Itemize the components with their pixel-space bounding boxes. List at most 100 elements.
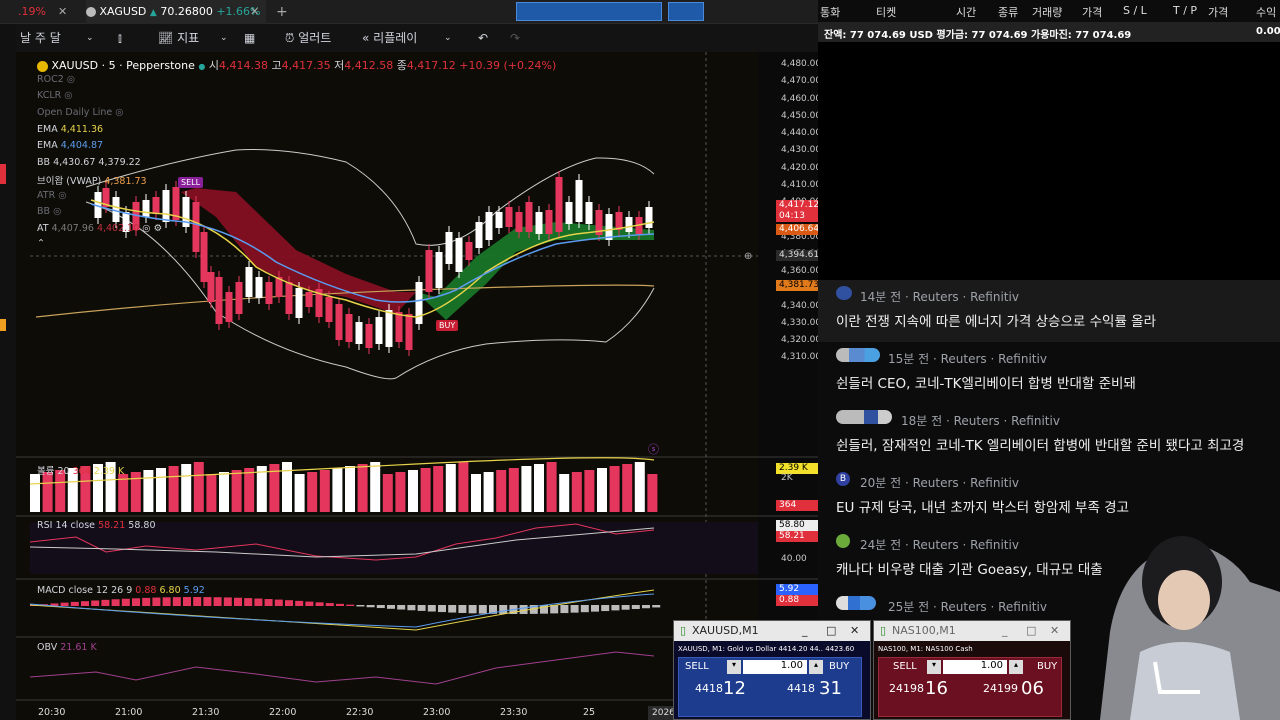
legend-bb-upper: 4,430.67 [53, 157, 96, 168]
news-item[interactable]: 18분 전 · Reuters · Refinitiv 쉰들러, 잠재적인 코네… [818, 404, 1280, 466]
tab-close-icon[interactable]: ✕ [250, 0, 259, 24]
obv-legend[interactable]: OBV 21.61 K [37, 642, 97, 653]
time-axis-label: 20:30 [38, 707, 66, 718]
lightning-icon[interactable]: ⓢ [648, 441, 659, 457]
lot-input[interactable]: 1.00 [943, 660, 1007, 674]
ohlc-h-label: 고 [271, 59, 282, 72]
symbol-line: XAUUSD · 5 · Pepperstone ● 시4,414.38 고4,… [37, 57, 556, 73]
legend-bb[interactable]: BB 4,430.67 4,379.22 [37, 157, 141, 168]
volume-bar [42, 472, 53, 512]
news-item[interactable]: 15분 전 · Reuters · Refinitiv 쉰들러 CEO, 코네-… [818, 342, 1280, 404]
layout-grid-icon[interactable]: ▦ [244, 24, 255, 52]
legend-atr[interactable]: ATR ◎ [37, 190, 67, 201]
lot-down-icon[interactable]: ▾ [727, 660, 741, 674]
tab-first-change[interactable]: .19% [18, 0, 46, 24]
rsi-legend[interactable]: RSI 14 close 58.21 58.80 [37, 520, 156, 531]
chart-icon: ▯ [880, 624, 887, 637]
tab-xagusd[interactable]: XAGUSD ▲ 70.26800 +1.66% [86, 0, 266, 24]
legend-bb2[interactable]: BB ◎ [37, 206, 61, 217]
volume-bar [156, 468, 166, 512]
undo-icon[interactable]: ↶ [478, 24, 488, 52]
macd-legend[interactable]: MACD close 12 26 9 0.88 6.80 5.92 [37, 585, 205, 596]
close-icon[interactable]: ✕ [850, 621, 859, 641]
live-dot-icon: ● [198, 62, 206, 71]
chevron-down-icon[interactable]: ⌄ [444, 24, 452, 52]
buy-button[interactable]: BUY [829, 661, 849, 672]
col-symbol[interactable]: 통화 [820, 4, 840, 20]
indicators-button[interactable]: 📈︎ 지표 [158, 24, 199, 52]
macd-histogram-bar [162, 597, 171, 606]
col-volume[interactable]: 거래량 [1032, 4, 1062, 20]
maximize-icon[interactable]: □ [1026, 621, 1036, 641]
candle-body [192, 202, 200, 252]
redo-icon[interactable]: ↷ [510, 24, 520, 52]
macd-histogram-bar [621, 605, 630, 610]
eye-off-icon[interactable]: ◎ [58, 190, 66, 201]
candle-body [495, 212, 503, 228]
sell-button[interactable]: SELL [685, 661, 709, 672]
news-title: 캐나다 비우량 대출 기관 Goeasy, 대규모 대출 [836, 562, 1103, 578]
balance-profit: 0.00 [1256, 26, 1280, 37]
volume-bar [357, 464, 368, 512]
chart-type-icon[interactable]: ⫾ [118, 24, 122, 52]
company-logos-icon [836, 410, 892, 424]
legend-ema2-value: 4,404.87 [60, 140, 104, 151]
col-price2[interactable]: 가격 [1208, 4, 1228, 20]
volume-bar [408, 470, 418, 512]
tab-close-icon[interactable]: ✕ [58, 0, 67, 24]
price-axis-label: 4,360.00 [781, 266, 822, 276]
legend-ema2[interactable]: EMA 4,404.87 [37, 140, 103, 151]
mt-window-titlebar[interactable]: ▯ NAS100,M1 _ □ ✕ [874, 621, 1070, 641]
new-tab-plus-icon[interactable]: + [276, 0, 288, 24]
legend-open-daily[interactable]: Open Daily Line ◎ [37, 107, 124, 118]
mt-window-xauusd[interactable]: ▯ XAUUSD,M1 _ □ ✕ XAUUSD, M1: Gold vs Do… [673, 620, 871, 720]
col-time[interactable]: 시간 [956, 4, 976, 20]
col-profit[interactable]: 수익 [1256, 4, 1276, 20]
volume-legend[interactable]: 볼륨 20 364 2.39 K [37, 463, 124, 477]
rsi-val1: 58.21 [98, 520, 126, 531]
col-type[interactable]: 종류 [998, 4, 1018, 20]
legend-kclr[interactable]: KCLR ◎ [37, 90, 73, 101]
eye-off-icon[interactable]: ◎ [64, 90, 72, 101]
legend-at[interactable]: AT 4,407.96 4,402.10 ◎ ⚙ [37, 223, 162, 234]
buy-button[interactable]: BUY [1037, 661, 1057, 672]
lot-down-icon[interactable]: ▾ [927, 660, 941, 674]
mt-window-titlebar[interactable]: ▯ XAUUSD,M1 _ □ ✕ [674, 621, 870, 641]
minimize-icon[interactable]: _ [1002, 621, 1008, 641]
replay-button[interactable]: « 리플레이 [362, 24, 417, 52]
alert-button[interactable]: ⏰︎ 얼러트 [285, 24, 331, 52]
eye-off-icon[interactable]: ◎ [53, 206, 61, 217]
candle-body [565, 202, 573, 224]
col-sl[interactable]: S / L [1123, 4, 1147, 17]
eye-icon[interactable]: ◎ [142, 223, 150, 234]
minimize-icon[interactable]: _ [802, 621, 808, 641]
sell-button[interactable]: SELL [893, 661, 917, 672]
legend-vwap[interactable]: 브이왑 (VWAP) 4,381.73 [37, 173, 147, 187]
mt-window-nas100[interactable]: ▯ NAS100,M1 _ □ ✕ NAS100, M1: NAS100 Cas… [873, 620, 1071, 720]
candle-body [112, 197, 120, 222]
mt-inner-title: NAS100, M1: NAS100 Cash [878, 645, 973, 653]
maximize-icon[interactable]: □ [826, 621, 836, 641]
col-price[interactable]: 가격 [1082, 4, 1102, 20]
collapse-legend-icon[interactable]: ⌃ [37, 238, 45, 249]
interval-selector[interactable]: 날 주 달 [20, 24, 61, 52]
add-plus-icon[interactable]: ⊕ [744, 251, 752, 262]
chevron-down-icon[interactable]: ⌄ [220, 24, 228, 52]
close-icon[interactable]: ✕ [1050, 621, 1059, 641]
eye-off-icon[interactable]: ◎ [115, 107, 123, 118]
settings-icon[interactable]: ⚙ [154, 223, 163, 234]
legend-ema1[interactable]: EMA 4,411.36 [37, 124, 103, 135]
volume-bar [647, 474, 658, 512]
lot-up-icon[interactable]: ▴ [809, 660, 823, 674]
chevron-down-icon[interactable]: ⌄ [86, 24, 94, 52]
col-ticket[interactable]: 티켓 [876, 4, 896, 20]
macd-histogram-bar [234, 597, 242, 606]
eye-off-icon[interactable]: ◎ [67, 74, 75, 85]
lot-up-icon[interactable]: ▴ [1009, 660, 1023, 674]
legend-roc2[interactable]: ROC2 ◎ [37, 74, 75, 85]
lot-input[interactable]: 1.00 [743, 660, 807, 674]
macd-histogram-bar [519, 605, 528, 614]
news-item[interactable]: 14분 전 · Reuters · Refinitiv 이란 전쟁 지속에 따른… [818, 280, 1280, 342]
col-tp[interactable]: T / P [1173, 4, 1197, 17]
time-axis-label: 21:30 [192, 707, 220, 718]
